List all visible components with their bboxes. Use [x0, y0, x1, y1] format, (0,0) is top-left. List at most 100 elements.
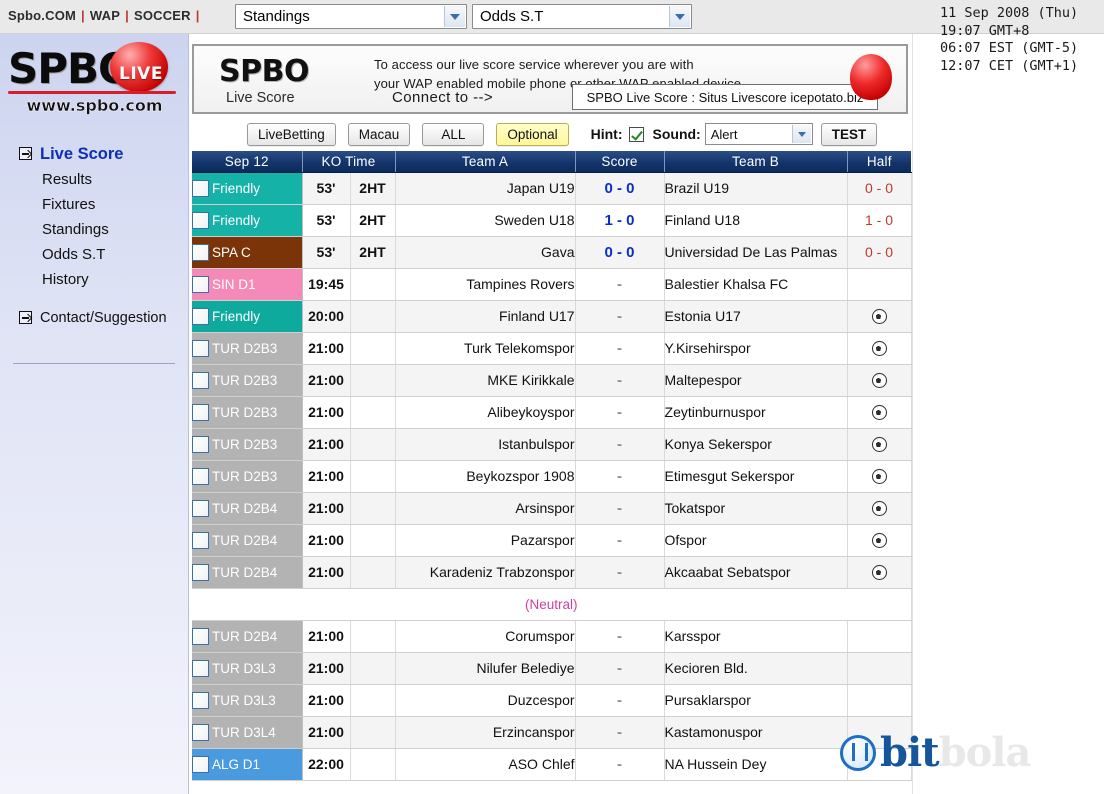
table-row[interactable]: SPA C 53' 2HT Gava 0 - 0 Universidad De Las P…	[192, 236, 912, 269]
team-b-cell[interactable]: Y.Kirsehirspor	[664, 332, 848, 365]
league-cell[interactable]: TUR D2B3	[192, 428, 303, 461]
team-a-cell[interactable]: Japan U19	[395, 172, 576, 205]
team-b-cell[interactable]: Konya Sekerspor	[664, 428, 848, 461]
site-logo[interactable]: SPBO LIVE www.spbo.com	[0, 38, 189, 124]
team-b-cell[interactable]: Universidad De Las Palmas	[664, 236, 848, 269]
all-button[interactable]: ALL	[422, 122, 485, 146]
league-cell[interactable]: Friendly	[192, 172, 303, 205]
team-a-cell[interactable]: Beykozspor 1908	[395, 460, 576, 493]
team-a-cell[interactable]: Arsinspor	[395, 492, 576, 525]
league-cell[interactable]: TUR D2B4	[192, 620, 303, 653]
col-header-team-a[interactable]: Team A	[395, 151, 576, 173]
team-a-cell[interactable]: Gava	[395, 236, 576, 269]
team-a-cell[interactable]: Duzcespor	[395, 684, 576, 717]
league-cell[interactable]: TUR D2B3	[192, 364, 303, 397]
team-b-cell[interactable]: NA Hussein Dey	[664, 748, 848, 781]
team-a-cell[interactable]: Pazarspor	[395, 524, 576, 557]
sidebar-item-standings[interactable]: Standings	[0, 217, 189, 242]
soccer-ball-icon[interactable]	[871, 437, 887, 453]
soccer-ball-icon[interactable]	[871, 341, 887, 357]
row-select-checkbox[interactable]	[192, 435, 209, 453]
sidebar-item-fixtures[interactable]: Fixtures	[0, 192, 189, 217]
table-row[interactable]: TUR D2B3 21:00 Beykozspor 1908- Etimesgut S…	[192, 460, 912, 493]
chevron-down-icon[interactable]	[791, 125, 811, 143]
soccer-ball-icon[interactable]	[871, 501, 887, 517]
row-select-checkbox[interactable]	[192, 307, 209, 325]
team-a-cell[interactable]: Corumspor	[395, 620, 576, 653]
league-cell[interactable]: ALG D1	[192, 748, 303, 781]
team-b-cell[interactable]: Kecioren Bld.	[664, 652, 848, 685]
team-a-cell[interactable]: Tampines Rovers	[395, 268, 576, 301]
table-row[interactable]: Friendly 53' 2HT Japan U19 0 - 0 Brazil U19 0 …	[192, 172, 912, 205]
team-a-cell[interactable]: Finland U17	[395, 300, 576, 333]
banner-url-box[interactable]: SPBO Live Score : Situs Livescore icepot…	[572, 84, 878, 110]
league-select[interactable]: Odds S.T	[472, 4, 692, 29]
team-a-cell[interactable]: Istanbulspor	[395, 428, 576, 461]
table-row[interactable]: TUR D2B4 21:00 Pazarspor - Ofspor	[192, 524, 912, 557]
row-select-checkbox[interactable]	[192, 755, 209, 773]
test-button[interactable]: TEST	[820, 122, 878, 146]
row-select-checkbox[interactable]	[192, 563, 209, 581]
row-select-checkbox[interactable]	[192, 691, 209, 709]
league-cell[interactable]: SPA C	[192, 236, 303, 269]
team-a-cell[interactable]: ASO Chlef	[395, 748, 576, 781]
table-row[interactable]: TUR D2B3 21:00 MKE Kirikkale - Maltepespor	[192, 364, 912, 397]
team-b-cell[interactable]: Maltepespor	[664, 364, 848, 397]
row-select-checkbox[interactable]	[192, 403, 209, 421]
sound-select[interactable]: Alert	[704, 123, 813, 145]
table-row[interactable]: TUR D2B3 21:00 Alibeykoyspor - Zeytinburnusp…	[192, 396, 912, 429]
team-b-cell[interactable]: Brazil U19	[664, 172, 848, 205]
sidebar-item-odds-st[interactable]: Odds S.T	[0, 242, 189, 267]
team-b-cell[interactable]: Zeytinburnuspor	[664, 396, 848, 429]
soccer-ball-icon[interactable]	[871, 565, 887, 581]
table-row[interactable]: Friendly 53' 2HT Sweden U18 1 - 0 Finland U18…	[192, 204, 912, 237]
row-select-checkbox[interactable]	[192, 211, 209, 229]
table-row[interactable]: Friendly 20:00 Finland U17- Estonia U17	[192, 300, 912, 333]
table-row[interactable]: TUR D2B3 21:00 Turk Telekomspor - Y.Kirsehir…	[192, 332, 912, 365]
team-b-cell[interactable]: Ofspor	[664, 524, 848, 557]
col-header-date[interactable]: Sep 12	[192, 151, 303, 173]
league-cell[interactable]: TUR D3L4	[192, 716, 303, 749]
team-a-cell[interactable]: Sweden U18	[395, 204, 576, 237]
table-row[interactable]: TUR D3L3 21:00 Duzcespor - Pursaklarspor	[192, 684, 912, 717]
league-cell[interactable]: Friendly	[192, 300, 303, 333]
chevron-down-icon[interactable]	[669, 6, 690, 27]
team-a-cell[interactable]: Karadeniz Trabzonspor	[395, 556, 576, 589]
table-row[interactable]: TUR D3L4 21:00 Erzincanspor - Kastamonuspor	[192, 716, 912, 749]
table-row[interactable]: TUR D2B4 21:00 Corumspor - Karsspor	[192, 620, 912, 653]
col-header-team-b[interactable]: Team B	[664, 151, 848, 173]
team-b-cell[interactable]: Karsspor	[664, 620, 848, 653]
soccer-ball-icon[interactable]	[871, 533, 887, 549]
col-header-ko-time[interactable]: KO Time	[302, 151, 396, 173]
team-a-cell[interactable]: Nilufer Belediye	[395, 652, 576, 685]
top-link-wap[interactable]: WAP	[90, 8, 120, 23]
row-select-checkbox[interactable]	[192, 371, 209, 389]
soccer-ball-icon[interactable]	[871, 405, 887, 421]
row-select-checkbox[interactable]	[192, 723, 209, 741]
team-b-cell[interactable]: Finland U18	[664, 204, 848, 237]
table-row[interactable]: SIN D1 19:45 Tampines Rovers - Balestier Kha…	[192, 268, 912, 301]
hint-checkbox[interactable]	[628, 126, 644, 142]
view-select[interactable]: Standings	[235, 4, 467, 29]
sidebar-item-contact-suggestion[interactable]: Contact/Suggestion	[0, 306, 189, 331]
chevron-down-icon[interactable]	[444, 6, 465, 27]
row-select-checkbox[interactable]	[192, 243, 209, 261]
top-link-soccer[interactable]: SOCCER	[134, 8, 191, 23]
league-cell[interactable]: TUR D3L3	[192, 652, 303, 685]
row-select-checkbox[interactable]	[192, 531, 209, 549]
league-cell[interactable]: TUR D2B4	[192, 492, 303, 525]
team-b-cell[interactable]: Balestier Khalsa FC	[664, 268, 848, 301]
table-row[interactable]: ALG D1 22:00 ASO Chlef - NA Hussein Dey	[192, 748, 912, 781]
row-select-checkbox[interactable]	[192, 627, 209, 645]
row-select-checkbox[interactable]	[192, 659, 209, 677]
optional-button[interactable]: Optional	[496, 122, 569, 146]
league-cell[interactable]: TUR D3L3	[192, 684, 303, 717]
row-select-checkbox[interactable]	[192, 179, 209, 197]
row-select-checkbox[interactable]	[192, 275, 209, 293]
league-cell[interactable]: SIN D1	[192, 268, 303, 301]
macau-button[interactable]: Macau	[347, 122, 411, 146]
team-b-cell[interactable]: Kastamonuspor	[664, 716, 848, 749]
row-select-checkbox[interactable]	[192, 499, 209, 517]
league-cell[interactable]: TUR D2B4	[192, 556, 303, 589]
row-select-checkbox[interactable]	[192, 467, 209, 485]
